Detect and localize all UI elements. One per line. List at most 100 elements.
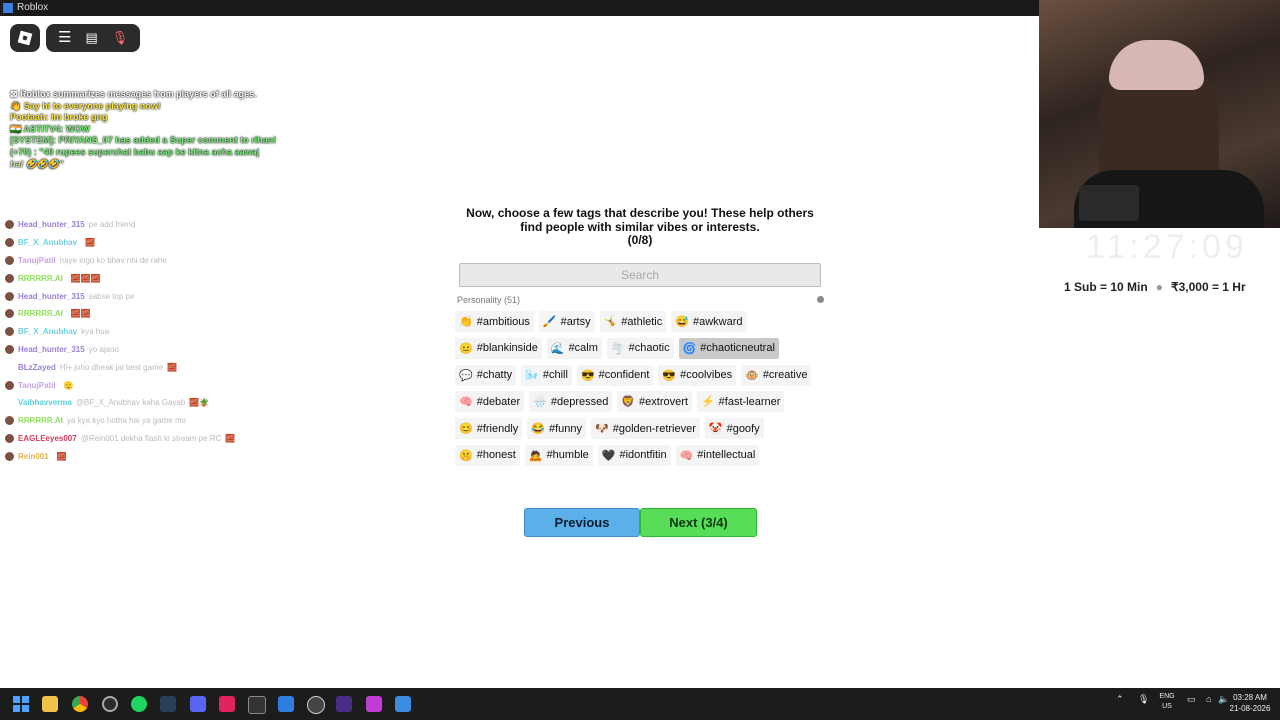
tag-chip[interactable]: 😎 #coolvibes bbox=[658, 364, 737, 386]
chat-username: BLzZayed bbox=[18, 362, 56, 372]
chat-avatar bbox=[5, 309, 14, 319]
tag-chip[interactable]: ⚡ #fast-learner bbox=[696, 391, 785, 413]
tag-chip[interactable]: 🌬️ #chill bbox=[521, 364, 572, 386]
chat-row: RRRRRR.AI 🧱🧱 bbox=[5, 305, 335, 323]
hamburger-icon[interactable]: ☰ bbox=[58, 24, 71, 52]
spotify-icon[interactable] bbox=[131, 696, 147, 712]
epic-games-icon[interactable] bbox=[248, 696, 266, 714]
tag-label: #depressed bbox=[550, 395, 609, 408]
tag-chip[interactable]: 😎 #confident bbox=[576, 364, 654, 386]
taskbar-clock[interactable]: 03:28 AM 21-08-2026 bbox=[1228, 692, 1272, 714]
chat-icon[interactable]: ▤ bbox=[85, 24, 97, 52]
steam-icon[interactable] bbox=[160, 696, 176, 712]
chat-message: Hi+ joho dheak jai best game bbox=[59, 362, 164, 372]
arc-icon[interactable] bbox=[278, 696, 294, 712]
mic-muted-icon[interactable]: 🎙 bbox=[112, 24, 129, 52]
tag-chip[interactable]: 🤡 #goofy bbox=[704, 418, 764, 440]
tag-row: 💬 #chatty 🌬️ #chill 😎 #confident 😎 #coolvibes 🐵 #… bbox=[455, 364, 825, 386]
screen-capture-icon[interactable] bbox=[366, 696, 382, 712]
chat-avatar bbox=[5, 255, 14, 265]
tag-chip[interactable]: 😐 #blankinside bbox=[455, 337, 542, 359]
tag-chip[interactable]: 🦁 #extrovert bbox=[617, 391, 692, 413]
tag-chip[interactable]: 👏 #ambitious bbox=[455, 311, 534, 332]
tray-mic-icon[interactable]: 🎙 bbox=[1138, 694, 1149, 705]
previous-button[interactable]: Previous bbox=[524, 508, 640, 537]
windows-taskbar bbox=[0, 688, 1280, 720]
tag-chip[interactable]: 🧠 #intellectual bbox=[675, 444, 760, 466]
tray-overflow-icon[interactable]: ⌃ bbox=[1116, 694, 1124, 705]
discord-icon[interactable] bbox=[190, 696, 206, 712]
tag-chip[interactable]: 🖌️ #artsy bbox=[538, 311, 595, 332]
next-button[interactable]: Next (3/4) bbox=[640, 508, 757, 537]
tag-label: #chaotic bbox=[628, 342, 670, 355]
tag-chip[interactable]: 😊 #friendly bbox=[455, 418, 523, 440]
tag-label: #extrovert bbox=[639, 395, 688, 408]
tag-chip[interactable]: 🌊 #calm bbox=[546, 337, 602, 359]
tag-emoji-icon: 😊 bbox=[459, 423, 473, 436]
chat-emotes: 🫡 bbox=[63, 380, 74, 390]
tag-chip[interactable]: 🐶 #golden-retriever bbox=[591, 418, 700, 440]
chat-message: ya kya kyo hotha hai ya game mo bbox=[66, 416, 187, 426]
tag-label: #coolvibes bbox=[680, 369, 733, 382]
tag-chip[interactable]: 🧠 #debater bbox=[455, 391, 525, 413]
chat-row: RRRRRR.AI ya kya kyo hotha hai ya game mo bbox=[5, 412, 335, 430]
tag-chip[interactable]: 🖤 #idontfitin bbox=[597, 444, 671, 466]
adobe-icon[interactable] bbox=[219, 696, 235, 712]
tag-label: #awkward bbox=[692, 315, 743, 328]
window-title: Roblox bbox=[17, 2, 49, 13]
tag-chip[interactable]: 🐵 #creative bbox=[741, 364, 812, 386]
stream-timer: 11:27:09 bbox=[1086, 228, 1248, 266]
tag-emoji-icon: 🦁 bbox=[621, 396, 636, 409]
roblox-menu-button[interactable] bbox=[10, 24, 40, 52]
tag-chip[interactable]: 🌀 #chaoticneutral bbox=[678, 337, 779, 359]
system-message: hai 🤣🤣🤣" bbox=[10, 158, 64, 169]
tag-chip[interactable]: 🌧️ #depressed bbox=[529, 391, 613, 413]
obs-icon[interactable] bbox=[102, 696, 118, 712]
file-explorer-icon[interactable] bbox=[42, 696, 58, 712]
tag-row: 😊 #friendly 😂 #funny 🐶 #golden-retriever 🤡 #goo… bbox=[455, 418, 825, 440]
chat-username: TanujPatil bbox=[18, 380, 56, 390]
chat-avatar bbox=[5, 433, 14, 443]
system-message: 🇮🇳 ASTITV4: WOW bbox=[10, 123, 90, 134]
tag-chip[interactable]: 💬 #chatty bbox=[455, 364, 517, 386]
chat-avatar bbox=[5, 220, 14, 230]
language-indicator[interactable]: ENG US bbox=[1157, 692, 1177, 712]
chat-emotes: 🧱🧱🧱 bbox=[70, 273, 101, 283]
tag-chip[interactable]: 🙇 #humble bbox=[524, 444, 593, 466]
tag-emoji-icon: 👏 bbox=[459, 316, 473, 328]
tag-label: #debater bbox=[476, 395, 521, 408]
roblox-icon[interactable] bbox=[395, 696, 411, 712]
tray-display-icon[interactable]: ▭ bbox=[1187, 694, 1196, 705]
tag-chip[interactable]: 🤫 #honest bbox=[455, 444, 520, 466]
tag-label: #idontfitin bbox=[619, 449, 667, 462]
tag-emoji-icon: 🌪️ bbox=[610, 342, 625, 355]
system-message: 👋 Say hi to everyone playing now! bbox=[10, 100, 161, 111]
chatgpt-icon[interactable] bbox=[307, 696, 325, 714]
vs-icon[interactable] bbox=[336, 696, 352, 712]
system-message: Pootaah: im broke gng bbox=[10, 112, 108, 123]
chat-emotes: 🧱🪴 bbox=[189, 398, 210, 408]
tag-label: #creative bbox=[762, 369, 808, 382]
chat-emotes: 🧱🧱 bbox=[70, 309, 91, 319]
tag-emoji-icon: 😐 bbox=[459, 342, 473, 355]
tag-emoji-icon: 🖤 bbox=[601, 449, 616, 462]
windows-start-icon[interactable] bbox=[13, 696, 29, 712]
tray-network-icon[interactable]: ⌂ bbox=[1206, 694, 1211, 704]
tag-emoji-icon: ⚡ bbox=[700, 396, 715, 409]
prompt-text: Now, choose a few tags that describe you… bbox=[466, 206, 814, 234]
tag-chip[interactable]: 🌪️ #chaotic bbox=[606, 337, 674, 359]
chrome-icon[interactable] bbox=[72, 696, 88, 712]
tag-label: #funny bbox=[548, 422, 583, 435]
chat-message: @BF_X_Anubhav kaha Gayab bbox=[75, 398, 186, 408]
tag-chip[interactable]: 😂 #funny bbox=[527, 418, 587, 440]
tag-label: #confident bbox=[598, 369, 650, 382]
clock-time: 03:28 AM bbox=[1233, 693, 1267, 702]
chat-avatar bbox=[5, 451, 14, 461]
tag-row: 🧠 #debater 🌧️ #depressed 🦁 #extrovert ⚡ #fast-l… bbox=[455, 391, 825, 413]
chat-row: Head_hunter_315 yo ajaoo bbox=[5, 341, 335, 359]
tag-search-input[interactable]: Search bbox=[459, 263, 821, 287]
tags-scrollbar-thumb[interactable] bbox=[817, 296, 824, 303]
tag-emoji-icon: 🤸 bbox=[603, 316, 618, 328]
tag-chip[interactable]: 🤸 #athletic bbox=[599, 311, 667, 332]
tag-chip[interactable]: 😅 #awkward bbox=[671, 311, 747, 332]
